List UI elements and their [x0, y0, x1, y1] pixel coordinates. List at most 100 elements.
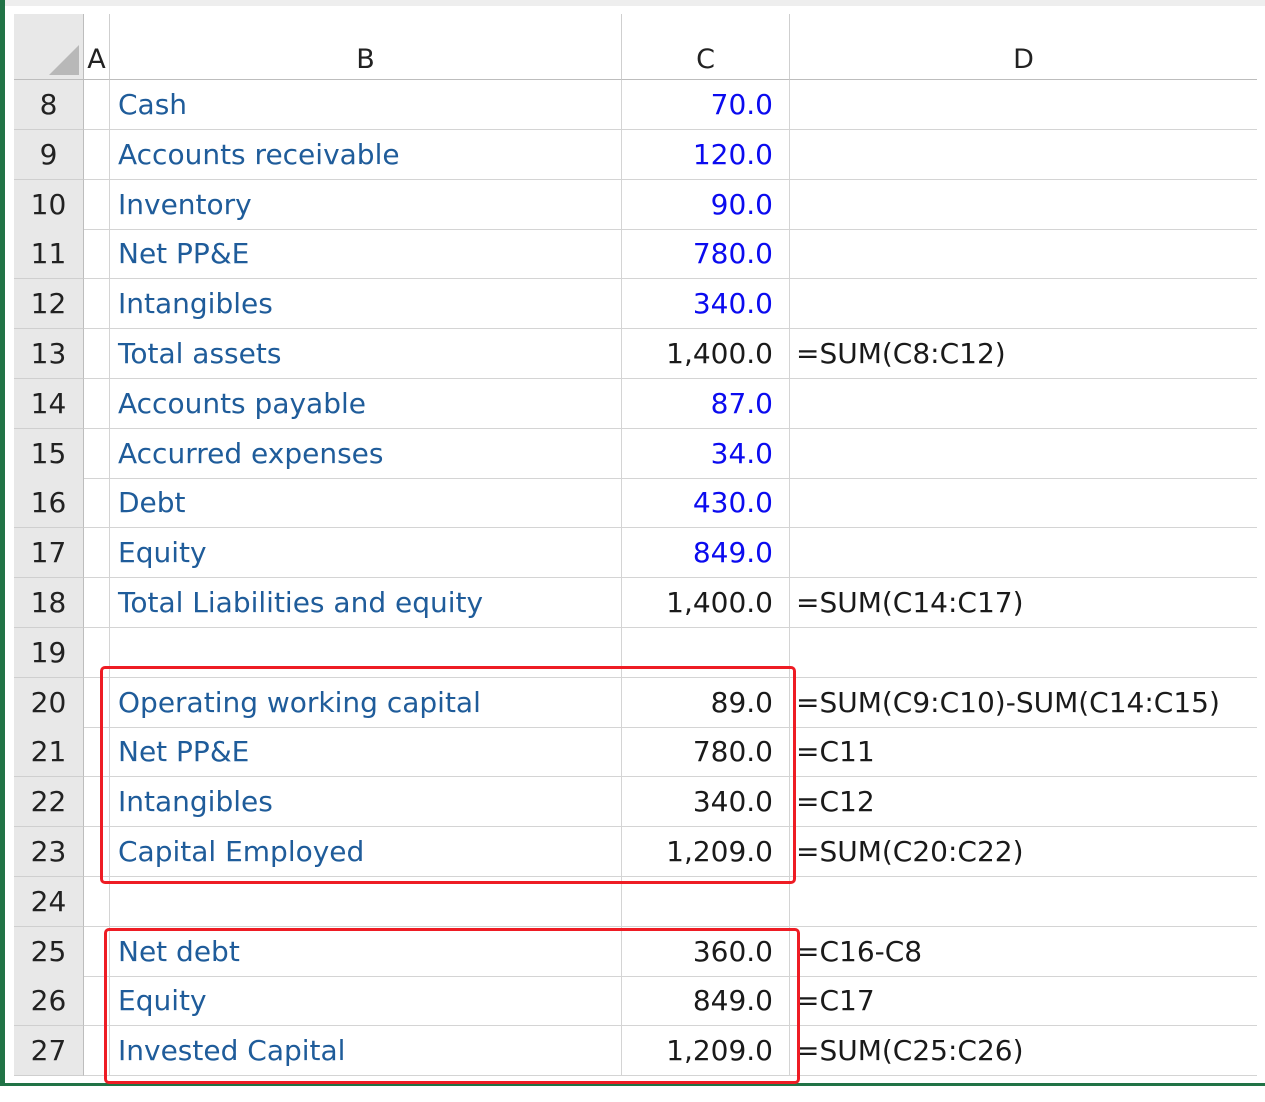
row-header[interactable]: 17 [14, 528, 84, 579]
cell-b-label[interactable] [110, 876, 622, 927]
cell-d-formula[interactable] [790, 628, 1257, 678]
cell-d-formula[interactable] [790, 429, 1257, 479]
column-header-b[interactable]: B [110, 14, 622, 80]
cell-c-value[interactable]: 1,400.0 [622, 578, 790, 628]
table-row: 17 Equity 849.0 [14, 528, 1257, 579]
table-row: 10 Inventory 90.0 [14, 179, 1257, 230]
spreadsheet-window: A B C D 8 Cash 70.0 9 Accounts receivable 120… [0, 0, 1265, 1102]
cell-b-label[interactable]: Total Liabilities and equity [110, 578, 622, 628]
select-all-corner[interactable] [14, 14, 84, 80]
cell-d-formula[interactable] [790, 279, 1257, 330]
row-header[interactable]: 15 [14, 428, 84, 479]
cell-d-formula[interactable] [790, 229, 1257, 280]
cell-d-formula[interactable] [790, 528, 1257, 579]
cell-a[interactable] [84, 129, 110, 180]
cell-d-formula[interactable] [790, 877, 1257, 927]
table-row: 18 Total Liabilities and equity 1,400.0 =SU… [14, 578, 1257, 628]
row-header[interactable]: 9 [14, 129, 84, 180]
cell-d-formula[interactable]: =C12 [790, 777, 1257, 828]
row-header[interactable]: 22 [14, 777, 84, 828]
cell-a[interactable] [84, 528, 110, 579]
table-row: 8 Cash 70.0 [14, 80, 1257, 130]
cell-c-value[interactable]: 849.0 [622, 528, 790, 579]
cell-c-value[interactable]: 90.0 [622, 179, 790, 230]
row-header[interactable]: 18 [14, 578, 84, 628]
cell-c-value[interactable]: 340.0 [622, 279, 790, 330]
row-header[interactable]: 19 [14, 627, 84, 678]
cell-c-value[interactable] [622, 876, 790, 927]
frame-top [5, 6, 1265, 14]
worksheet-grid: A B C D 8 Cash 70.0 9 Accounts receivable 120… [14, 14, 1257, 1084]
column-header-c[interactable]: C [622, 14, 790, 80]
row-header[interactable]: 27 [14, 1026, 84, 1077]
select-all-triangle-icon [49, 45, 79, 75]
table-row: 14 Accounts payable 87.0 [14, 378, 1257, 429]
cell-d-formula[interactable] [790, 379, 1257, 429]
cell-d-formula[interactable]: =SUM(C8:C12) [790, 329, 1257, 379]
cell-a[interactable] [84, 80, 110, 130]
cell-a[interactable] [84, 578, 110, 628]
cell-d-formula[interactable] [790, 478, 1257, 529]
row-header[interactable]: 8 [14, 80, 84, 130]
cell-a[interactable] [84, 478, 110, 529]
cell-b-label[interactable]: Accounts receivable [110, 129, 622, 180]
cell-b-label[interactable]: Accounts payable [110, 378, 622, 429]
capital-employed-highlight [100, 666, 796, 884]
row-header[interactable]: 20 [14, 677, 84, 728]
cell-c-value[interactable]: 780.0 [622, 229, 790, 280]
table-row: 15 Accurred expenses 34.0 [14, 428, 1257, 479]
cell-d-formula[interactable]: =C11 [790, 727, 1257, 778]
cell-b-label[interactable]: Net PP&E [110, 229, 622, 280]
row-header[interactable]: 14 [14, 378, 84, 429]
cell-b-label[interactable]: Cash [110, 80, 622, 130]
cell-c-value[interactable]: 120.0 [622, 129, 790, 180]
row-header[interactable]: 16 [14, 478, 84, 529]
row-header[interactable]: 24 [14, 876, 84, 927]
cell-d-formula[interactable]: =C17 [790, 976, 1257, 1027]
row-header[interactable]: 11 [14, 229, 84, 280]
table-row: 12 Intangibles 340.0 [14, 279, 1257, 330]
cell-b-label[interactable]: Inventory [110, 179, 622, 230]
cell-b-label[interactable]: Equity [110, 528, 622, 579]
cell-d-formula[interactable]: =SUM(C25:C26) [790, 1026, 1257, 1077]
row-header[interactable]: 25 [14, 926, 84, 977]
cell-a[interactable] [84, 279, 110, 330]
table-row: 11 Net PP&E 780.0 [14, 229, 1257, 280]
cell-b-label[interactable]: Accurred expenses [110, 428, 622, 479]
cell-d-formula[interactable]: =SUM(C14:C17) [790, 578, 1257, 628]
invested-capital-highlight [104, 928, 800, 1084]
cell-d-formula[interactable]: =SUM(C20:C22) [790, 827, 1257, 877]
cell-a[interactable] [84, 876, 110, 927]
cell-c-value[interactable]: 1,400.0 [622, 329, 790, 379]
column-header-a[interactable]: A [84, 14, 110, 80]
cell-b-label[interactable]: Intangibles [110, 279, 622, 330]
cell-c-value[interactable]: 34.0 [622, 428, 790, 479]
cell-a[interactable] [84, 329, 110, 379]
table-row: 9 Accounts receivable 120.0 [14, 129, 1257, 180]
cell-d-formula[interactable]: =C16-C8 [790, 927, 1257, 977]
cell-a[interactable] [84, 229, 110, 280]
cell-c-value[interactable]: 87.0 [622, 378, 790, 429]
cell-a[interactable] [84, 428, 110, 479]
cell-b-label[interactable]: Total assets [110, 329, 622, 379]
cell-d-formula[interactable] [790, 80, 1257, 130]
row-header[interactable]: 21 [14, 727, 84, 778]
cell-a[interactable] [84, 378, 110, 429]
row-header[interactable]: 26 [14, 976, 84, 1027]
window-accent-left [0, 0, 5, 1086]
cell-c-value[interactable]: 430.0 [622, 478, 790, 529]
cell-a[interactable] [84, 179, 110, 230]
cell-c-value[interactable]: 70.0 [622, 80, 790, 130]
cell-d-formula[interactable] [790, 180, 1257, 230]
cell-d-formula[interactable] [790, 130, 1257, 180]
table-row: 16 Debt 430.0 [14, 478, 1257, 529]
table-row: 24 [14, 876, 1257, 927]
cell-b-label[interactable]: Debt [110, 478, 622, 529]
cell-d-formula[interactable]: =SUM(C9:C10)-SUM(C14:C15) [790, 678, 1257, 728]
row-header[interactable]: 12 [14, 279, 84, 330]
row-header[interactable]: 10 [14, 179, 84, 230]
column-header-d[interactable]: D [790, 14, 1257, 80]
row-header[interactable]: 13 [14, 329, 84, 379]
row-header[interactable]: 23 [14, 827, 84, 877]
table-row: 13 Total assets 1,400.0 =SUM(C8:C12) [14, 329, 1257, 379]
